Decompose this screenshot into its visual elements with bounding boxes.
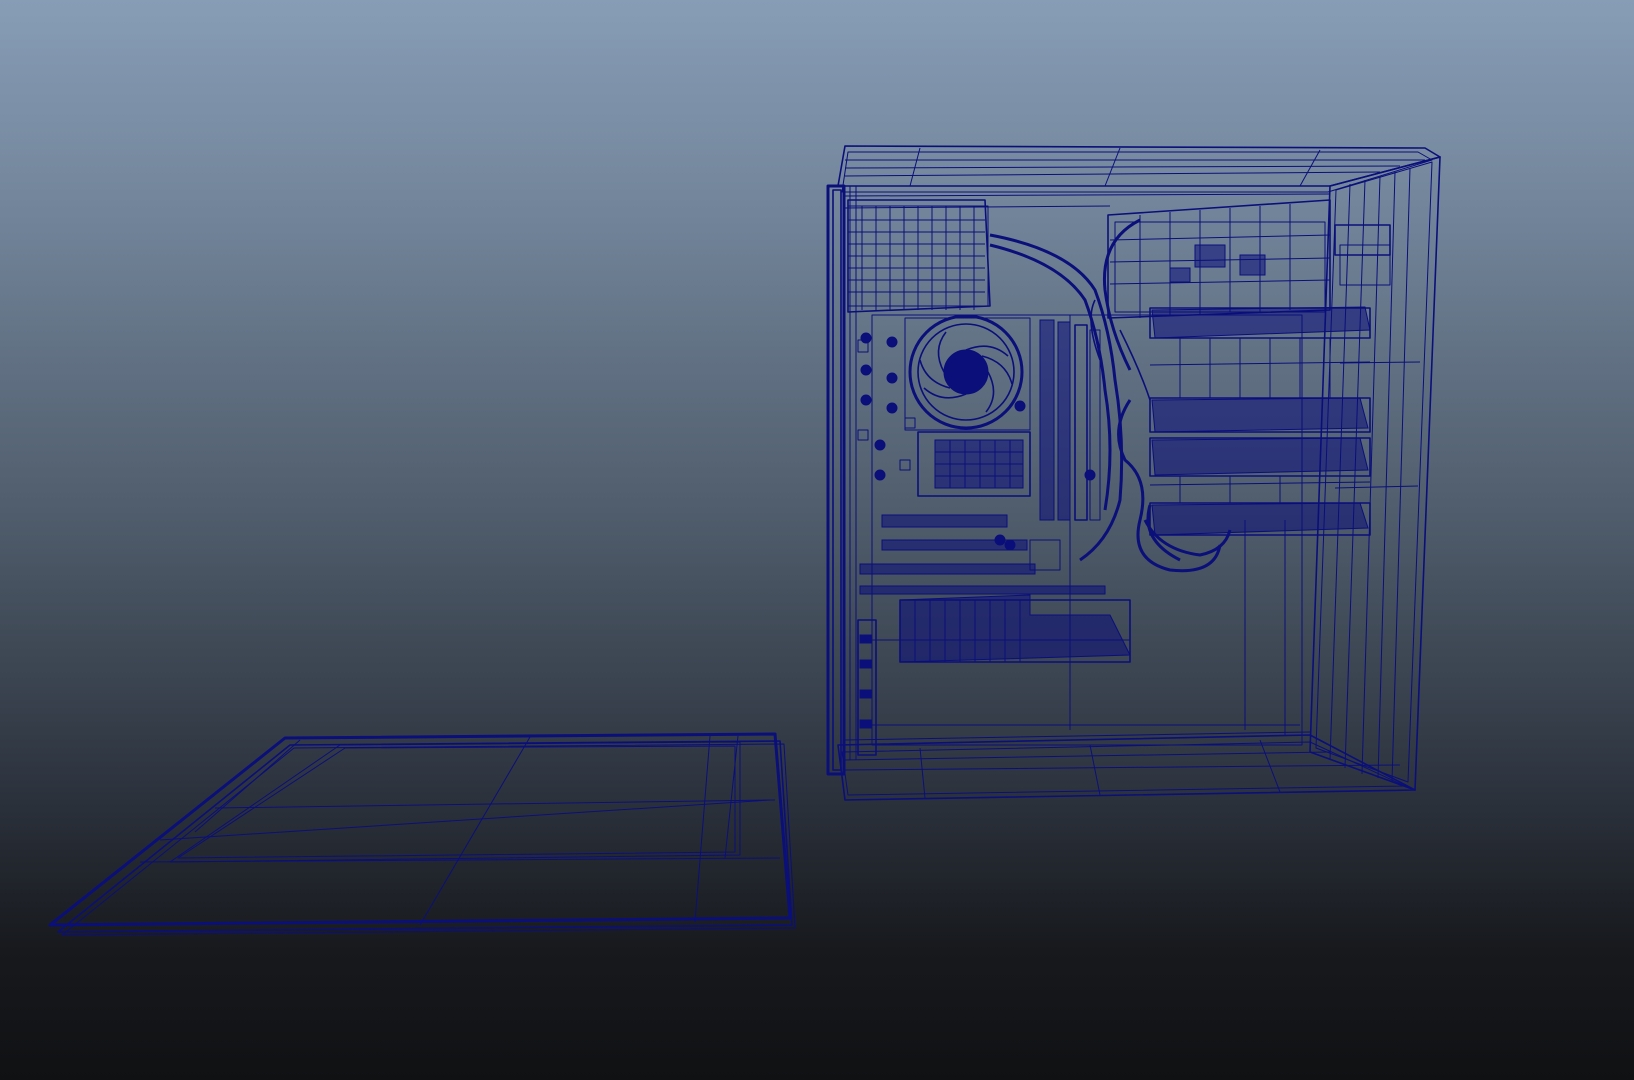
side-panel-mesh[interactable]: [48, 732, 796, 936]
pcie-slots: [859, 514, 1106, 595]
pc-tower-mesh[interactable]: [826, 145, 1441, 801]
graphics-card: [860, 594, 1131, 663]
hard-drives: [1149, 306, 1371, 536]
3d-viewport[interactable]: [0, 0, 1634, 1080]
wireframe-scene: [48, 145, 1441, 936]
psu: [847, 199, 991, 313]
cpu-cooler: [904, 314, 1031, 431]
ram-modules: [1039, 319, 1101, 521]
chipset: [917, 431, 1031, 497]
